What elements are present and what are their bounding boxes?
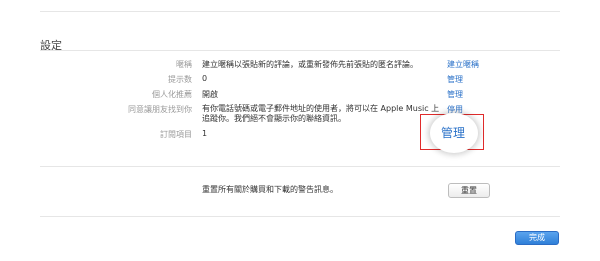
- personalized-recommendations-label: 個人化推薦: [152, 90, 192, 99]
- hints-manage-link[interactable]: 管理: [447, 74, 463, 85]
- personalized-recommendations-manage-link[interactable]: 管理: [447, 89, 463, 100]
- find-friends-value: 有你電話號碼或電子郵件地址的使用者，將可以在 Apple Music 上追蹤你。…: [202, 104, 440, 123]
- bottom-divider: [40, 216, 560, 217]
- nickname-value: 建立暱稱以張貼新的評論，或重新發佈先前張貼的匿名評論。: [202, 60, 418, 69]
- find-friends-label: 同意讓朋友找到你: [128, 105, 192, 114]
- hints-value: 0: [202, 74, 208, 83]
- footer-divider: [40, 166, 560, 167]
- create-nickname-link[interactable]: 建立暱稱: [447, 59, 479, 70]
- nickname-label: 暱稱: [176, 60, 192, 69]
- subscriptions-value: 1: [202, 129, 208, 138]
- reset-warnings-text: 重置所有關於購買和下載的警告訊息。: [202, 185, 338, 194]
- top-divider: [40, 11, 560, 12]
- done-button[interactable]: 完成: [515, 231, 559, 245]
- subscriptions-manage-link[interactable]: 管理: [441, 124, 465, 141]
- reset-button[interactable]: 重置: [448, 183, 490, 198]
- subscriptions-label: 訂閱項目: [160, 130, 192, 139]
- section-divider: [40, 50, 560, 51]
- hints-label: 提示数: [168, 75, 192, 84]
- personalized-recommendations-value: 開啟: [202, 90, 218, 99]
